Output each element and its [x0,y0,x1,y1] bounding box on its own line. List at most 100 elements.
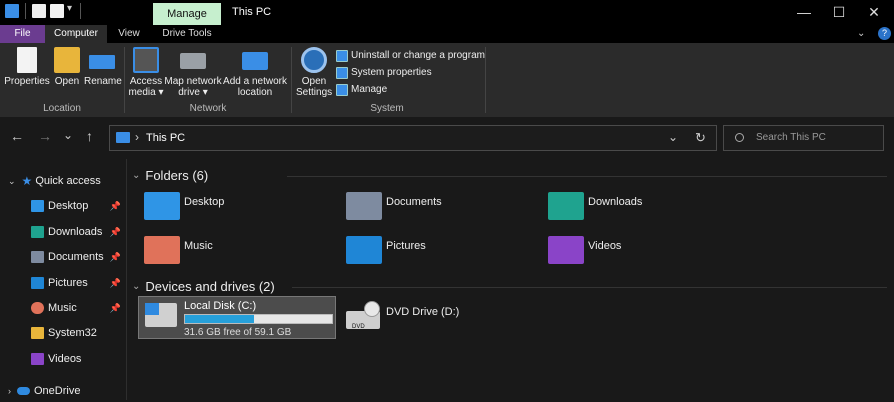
system-properties-button[interactable]: System properties [336,66,432,80]
quick-access-toolbar-dropdown-icon[interactable]: ▾ [67,3,72,14]
folders-header-label: Folders (6) [145,168,209,183]
network-location-icon [242,52,268,70]
close-button[interactable]: ✕ [854,2,894,22]
folder-pictures[interactable]: Pictures [386,240,426,252]
sidebar-item-quick-access[interactable]: ⌄ ★ Quick access [0,170,127,192]
rename-icon [89,55,115,69]
tab-drive-tools[interactable]: Drive Tools [157,25,217,43]
refresh-icon[interactable]: ↻ [695,130,706,146]
rename-button[interactable]: Rename [84,47,122,87]
drive-c-usage-bar [184,314,333,324]
map-network-drive-button[interactable]: Map network drive ▾ [164,47,222,98]
star-icon: ★ [21,174,33,188]
pictures-folder-icon[interactable] [346,236,382,264]
desktop-folder-icon[interactable] [144,192,180,220]
uninstall-program-button[interactable]: Uninstall or change a program [336,49,485,63]
new-folder-quick-icon[interactable] [50,4,64,18]
system-properties-label: System properties [351,67,432,78]
add-network-location-button[interactable]: Add a network location [223,47,287,98]
address-bar[interactable]: › This PC ⌄ ↻ [109,125,717,151]
chevron-down-icon[interactable]: ⌄ [132,281,140,292]
media-icon [133,47,159,73]
pin-icon[interactable]: 📌 [110,252,121,263]
sidebar-item-videos[interactable]: Videos [0,348,127,370]
folder-documents[interactable]: Documents [386,196,442,208]
chevron-right-icon[interactable]: › [8,386,11,396]
folder-downloads[interactable]: Downloads [588,196,642,208]
documents-folder-icon[interactable] [346,192,382,220]
drives-section-header[interactable]: ⌄ Devices and drives (2) [132,279,275,294]
sidebar-item-label: Documents [48,251,104,263]
sidebar-item-system32[interactable]: System32 [0,322,127,344]
sidebar-item-downloads[interactable]: Downloads 📌 [0,221,127,243]
pin-icon[interactable]: 📌 [110,227,121,238]
recent-locations-button[interactable]: ⌄ [63,128,73,142]
minimize-ribbon-icon[interactable]: ⌄ [857,28,865,39]
content-pane: ⌄ Folders (6) Desktop Documents Download… [127,159,894,400]
minimize-button[interactable]: — [784,2,824,22]
search-box[interactable]: Search This PC [723,125,884,151]
videos-folder-icon [31,353,44,365]
folder-icon [31,327,44,339]
videos-folder-icon[interactable] [548,236,584,264]
quick-access-label: Quick access [35,175,101,187]
window-title: This PC [232,6,272,18]
downloads-folder-icon[interactable] [548,192,584,220]
properties-quick-icon[interactable] [32,4,46,18]
sidebar-item-desktop[interactable]: Desktop 📌 [0,195,127,217]
pin-icon[interactable]: 📌 [110,278,121,289]
forward-button[interactable]: → [38,128,52,144]
ribbon: Properties Open Rename Location Access m… [0,43,894,117]
music-folder-icon[interactable] [144,236,180,264]
chevron-down-icon[interactable]: ⌄ [8,176,16,187]
sidebar-item-music[interactable]: Music 📌 [0,297,127,319]
open-button[interactable]: Open [53,47,81,87]
tab-file[interactable]: File [0,25,45,43]
address-dropdown-icon[interactable]: ⌄ [668,130,678,144]
uninstall-icon [336,50,348,62]
back-button[interactable]: ← [10,128,24,144]
hard-drive-icon [145,303,177,327]
sidebar-item-documents[interactable]: Documents 📌 [0,246,127,268]
system-group-label: System [370,103,404,114]
dvd-drive-icon[interactable]: DVD [346,301,380,333]
access-media-button[interactable]: Access media ▾ [128,47,164,98]
add-network-label-2: location [237,87,273,98]
drive-c-tile[interactable]: Local Disk (C:) 31.6 GB free of 59.1 GB [138,296,336,339]
address-path[interactable]: This PC [146,132,185,144]
ribbon-separator [485,47,486,113]
divider [80,3,81,19]
open-settings-button[interactable]: Open Settings [296,47,332,98]
pin-icon[interactable]: 📌 [110,201,121,212]
manage-context-tab[interactable]: Manage [153,3,221,25]
folders-section-header[interactable]: ⌄ Folders (6) [132,168,209,183]
tab-computer[interactable]: Computer [45,25,107,43]
location-group-label: Location [43,103,81,114]
maximize-button[interactable]: ☐ [819,2,859,22]
open-label: Open [54,76,80,87]
up-button[interactable]: ↑ [86,128,93,144]
divider [25,3,26,19]
tab-view[interactable]: View [110,25,148,43]
folder-videos[interactable]: Videos [588,240,621,252]
manage-label: Manage [351,84,388,95]
chevron-down-icon[interactable]: ⌄ [132,170,140,181]
search-placeholder[interactable]: Search This PC [756,132,826,143]
windows-logo-icon [145,303,159,315]
drive-c-usage-fill [185,315,255,323]
manage-button[interactable]: Manage [336,83,387,97]
help-icon[interactable]: ? [878,27,891,40]
sidebar-item-onedrive[interactable]: › OneDrive [0,380,127,402]
folder-desktop[interactable]: Desktop [184,196,224,208]
manage-icon [336,84,348,96]
sidebar-item-pictures[interactable]: Pictures 📌 [0,272,127,294]
properties-button[interactable]: Properties [4,47,50,87]
folder-music[interactable]: Music [184,240,213,252]
desktop-folder-icon [31,200,44,212]
title-bar: ▾ Manage This PC — ☐ ✕ [0,0,894,25]
open-settings-label-2: Settings [296,87,333,98]
access-media-label-2: media ▾ [128,87,164,98]
drive-d-label[interactable]: DVD Drive (D:) [386,306,459,318]
downloads-folder-icon [31,226,44,238]
pin-icon[interactable]: 📌 [110,303,121,314]
